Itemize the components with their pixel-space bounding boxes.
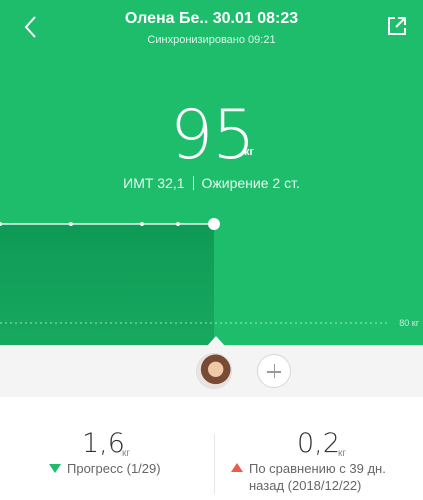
add-user-button[interactable] — [257, 354, 291, 388]
bmi-separator — [192, 176, 194, 190]
trend-point[interactable] — [140, 222, 144, 226]
weight-value: 95 — [170, 96, 256, 175]
progress-unit: кг — [122, 448, 131, 459]
comparison-value: 0,2 — [297, 428, 340, 459]
weight-summary-panel: Олена Бе.. 30.01 08:23 Синхронизировано … — [0, 0, 423, 345]
progress-label: Прогресс (1/29) — [67, 461, 161, 476]
comparison-label-line1: По сравнению с 39 дн. — [249, 461, 386, 476]
share-icon — [388, 17, 406, 35]
stats-divider — [214, 434, 215, 494]
selection-pointer — [207, 336, 225, 346]
trend-point-selected[interactable] — [208, 218, 220, 230]
increase-arrow-icon — [231, 463, 243, 472]
trend-point[interactable] — [69, 222, 73, 226]
trend-point[interactable] — [176, 222, 180, 226]
decrease-arrow-icon — [49, 464, 61, 473]
weight-unit: кг — [244, 146, 255, 158]
comparison-unit: кг — [338, 448, 347, 459]
bmi-line: ИМТ 32,1 Ожирение 2 ст. — [0, 175, 423, 191]
weight-category: Ожирение 2 ст. — [201, 175, 300, 191]
comparison-label-line2: назад (2018/12/22) — [249, 478, 362, 493]
user-avatar[interactable] — [197, 354, 231, 388]
sync-status: Синхронизировано 09:21 — [147, 34, 276, 46]
trend-area — [0, 224, 214, 345]
bmi-value: ИМТ 32,1 — [123, 175, 185, 191]
progress-value: 1,6 — [82, 428, 125, 459]
page-title: Олена Бе.. 30.01 08:23 — [124, 10, 299, 27]
weight-trend-chart[interactable] — [0, 210, 423, 345]
share-button[interactable] — [385, 14, 409, 38]
reference-line-label: 80 кг — [399, 318, 419, 328]
